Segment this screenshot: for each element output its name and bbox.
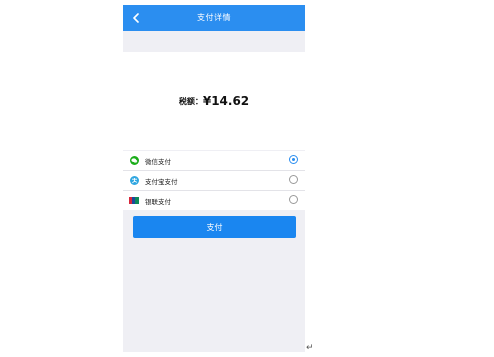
payment-method-label: 银联支付 bbox=[145, 197, 171, 206]
wechat-pay-icon bbox=[129, 156, 139, 166]
return-mark-icon: ↵ bbox=[306, 343, 314, 353]
payment-method-alipay[interactable]: 支付宝支付 bbox=[123, 171, 305, 191]
page-title: 支付详情 bbox=[197, 13, 231, 22]
amount-card: 税额： ¥14.62 bbox=[123, 52, 305, 150]
unionpay-radio[interactable] bbox=[289, 195, 298, 204]
unionpay-icon bbox=[129, 196, 139, 206]
payment-method-unionpay[interactable]: 银联支付 bbox=[123, 191, 305, 210]
pay-button[interactable]: 支付 bbox=[133, 216, 296, 238]
payment-method-wechat[interactable]: 微信支付 bbox=[123, 151, 305, 171]
payment-method-label: 微信支付 bbox=[145, 157, 171, 166]
tax-amount-label: 税额： bbox=[178, 96, 203, 106]
phone-screen: 支付详情 税额： ¥14.62 微信支付 支付宝支付 银联支付 支付 bbox=[123, 5, 305, 352]
tax-amount-value: ¥14.62 bbox=[202, 94, 250, 108]
alipay-radio[interactable] bbox=[289, 175, 298, 184]
top-navigation-bar: 支付详情 bbox=[123, 5, 305, 31]
payment-methods-list: 微信支付 支付宝支付 银联支付 bbox=[123, 151, 305, 210]
payment-method-label: 支付宝支付 bbox=[145, 177, 178, 186]
alipay-icon bbox=[129, 176, 139, 186]
wechat-radio[interactable] bbox=[289, 155, 298, 164]
